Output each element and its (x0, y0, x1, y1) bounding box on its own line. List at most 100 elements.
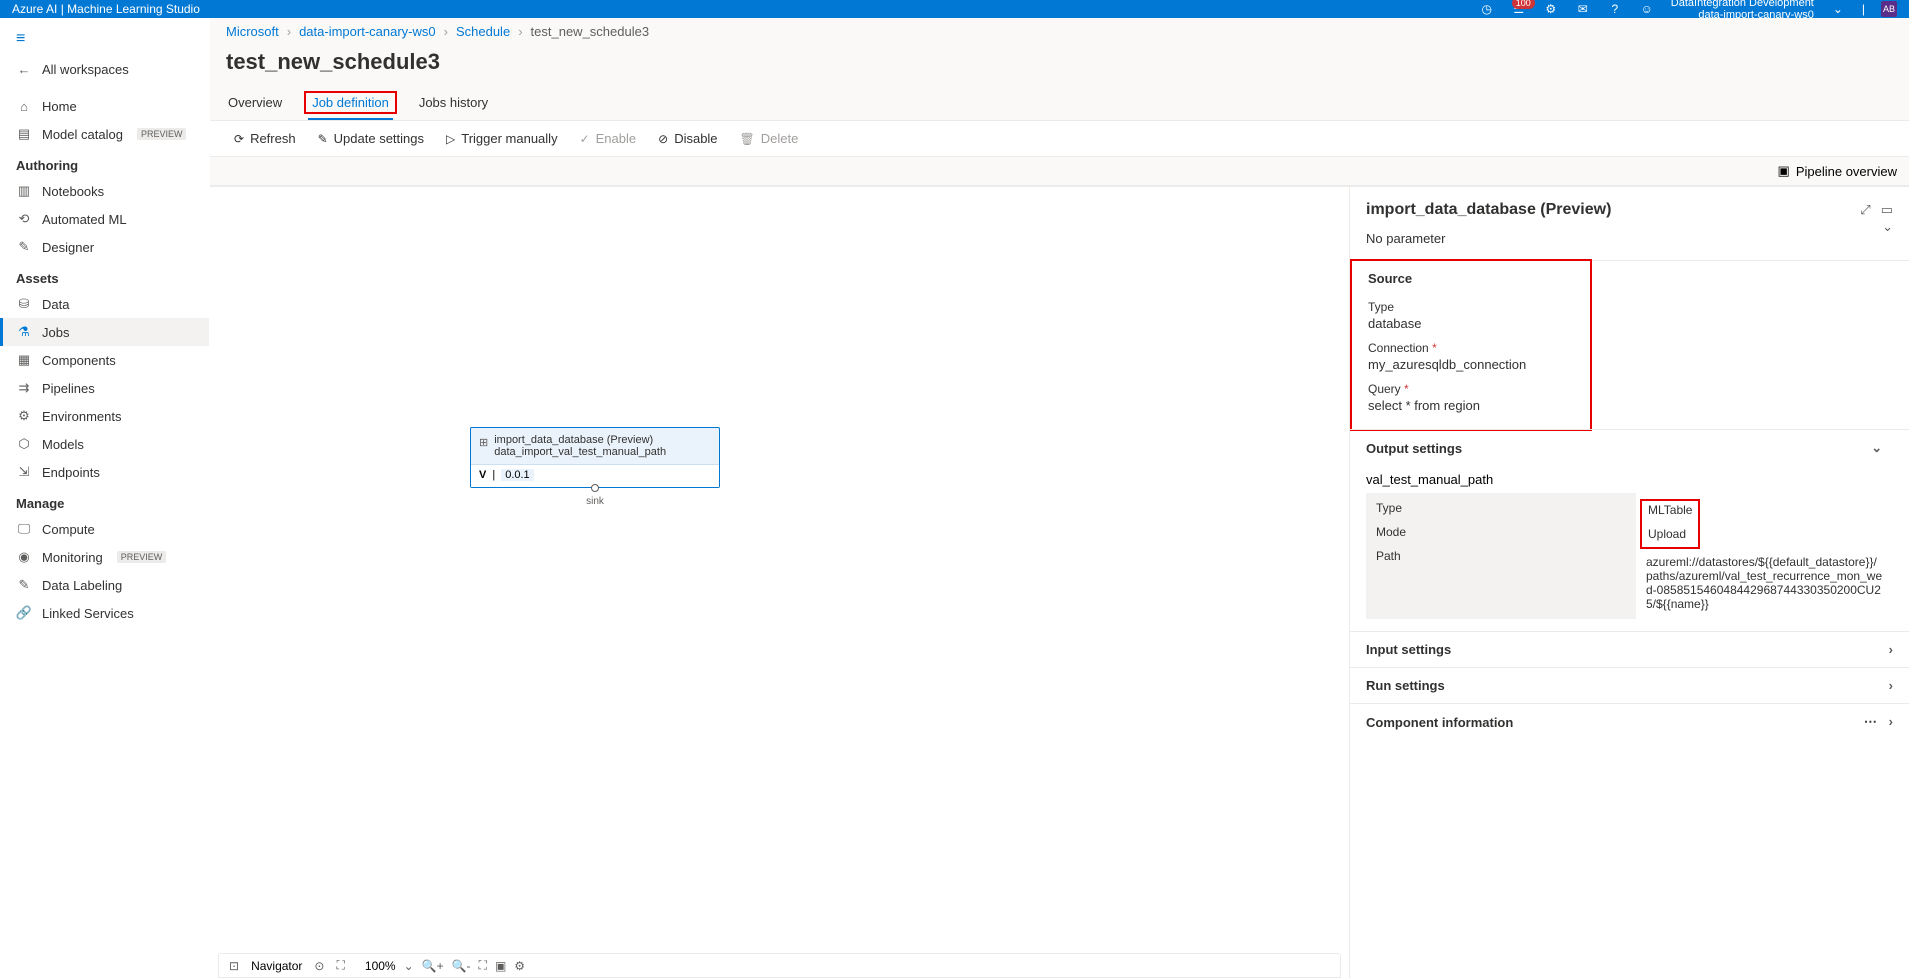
pipeline-overview-button[interactable]: ▣ Pipeline overview (1778, 163, 1897, 179)
output-port[interactable] (591, 484, 599, 492)
layout-icon[interactable]: ▣ (495, 959, 506, 973)
component-info-header[interactable]: Component information ⋯ › (1350, 704, 1909, 740)
section-assets: Assets (0, 261, 209, 290)
breadcrumb-schedule[interactable]: Schedule (456, 24, 510, 39)
help-icon[interactable]: ? (1607, 1, 1623, 17)
breadcrumb: Microsoft › data-import-canary-ws0 › Sch… (210, 18, 1909, 45)
sidebar-item-models[interactable]: ⬡ Models (0, 430, 209, 458)
target-icon[interactable]: ⊙ (314, 959, 324, 973)
edit-icon: ✎ (318, 132, 328, 146)
back-arrow-icon: ← (16, 62, 32, 77)
fit-icon[interactable]: ⛶ (479, 958, 487, 973)
chevron-right-icon: › (1889, 642, 1893, 657)
run-settings-header[interactable]: Run settings › (1350, 668, 1909, 703)
chevron-right-icon: › (1889, 714, 1893, 729)
output-settings-header[interactable]: Output settings ⌄ (1350, 430, 1898, 466)
clock-icon[interactable]: ◷ (1479, 1, 1495, 17)
settings-icon[interactable]: ⚙ (1543, 1, 1559, 17)
canvas[interactable]: ⊞ import_data_database (Preview) data_im… (210, 187, 1349, 978)
input-settings-header[interactable]: Input settings › (1350, 632, 1909, 667)
divider: | (1862, 2, 1865, 16)
trigger-manually-button[interactable]: ▷ Trigger manually (446, 131, 558, 146)
node-icon: ⊞ (479, 436, 488, 449)
refresh-icon: ⟳ (234, 132, 244, 146)
enable-button: ✓ Enable (580, 131, 637, 146)
topbar: Azure AI | Machine Learning Studio ◷ ☰10… (0, 0, 1909, 18)
sidebar-item-data-labeling[interactable]: ✎ Data Labeling (0, 571, 209, 599)
sidebar-item-notebooks[interactable]: ▥ Notebooks (0, 177, 209, 205)
sidebar-item-compute[interactable]: 🖵 Compute (0, 515, 209, 543)
monitoring-icon: ◉ (16, 549, 32, 565)
sidebar-item-monitoring[interactable]: ◉ Monitoring PREVIEW (0, 543, 209, 571)
chevron-down-icon[interactable]: ⌄ (1830, 1, 1846, 17)
section-authoring: Authoring (0, 148, 209, 177)
expand-icon[interactable]: ⤢ (1860, 202, 1870, 218)
type-label: Type (1368, 300, 1574, 314)
version-label: V (479, 469, 486, 481)
section-manage: Manage (0, 486, 209, 515)
connection-value: my_azuresqldb_connection (1368, 357, 1574, 372)
sidebar-item-designer[interactable]: ✎ Designer (0, 233, 209, 261)
page-title: test_new_schedule3 (210, 45, 1909, 87)
tab-jobs-history[interactable]: Jobs history (417, 87, 490, 120)
refresh-button[interactable]: ⟳ Refresh (234, 131, 296, 146)
breadcrumb-current: test_new_schedule3 (531, 24, 650, 39)
out-path-label: Path (1376, 549, 1626, 563)
tab-overview[interactable]: Overview (226, 87, 284, 120)
type-value: database (1368, 316, 1574, 331)
data-icon: ⛁ (16, 296, 32, 312)
section-output-settings: Output settings ⌄ val_test_manual_path T… (1350, 429, 1909, 631)
section-input-settings: Input settings › (1350, 631, 1909, 667)
all-workspaces[interactable]: ← All workspaces (0, 56, 209, 83)
sidebar-item-components[interactable]: ▦ Components (0, 346, 209, 374)
tabs: Overview Job definition Jobs history (210, 87, 1909, 120)
sidebar-item-jobs[interactable]: ⚗ Jobs (0, 318, 209, 346)
models-icon: ⬡ (16, 436, 32, 452)
pipeline-node[interactable]: ⊞ import_data_database (Preview) data_im… (470, 427, 720, 488)
navigator-icon[interactable]: ⊡ (229, 959, 239, 973)
sidebar-item-automated-ml[interactable]: ⟲ Automated ML (0, 205, 209, 233)
sidebar-item-environments[interactable]: ⚙ Environments (0, 402, 209, 430)
feedback-icon[interactable]: ✉ (1575, 1, 1591, 17)
zoom-in-icon[interactable]: 🔍+ (422, 959, 444, 973)
hamburger-icon[interactable]: ≡ (0, 26, 209, 56)
chevron-right-icon: › (518, 24, 522, 39)
out-type-value: MLTable (1648, 503, 1692, 517)
chevron-down-icon[interactable]: ⌄ (404, 959, 414, 973)
sidebar-item-endpoints[interactable]: ⇲ Endpoints (0, 458, 209, 486)
fullscreen-icon[interactable]: ▭ (1881, 202, 1893, 218)
update-settings-button[interactable]: ✎ Update settings (318, 131, 424, 146)
chevron-down-icon[interactable]: ⌄ (1882, 219, 1893, 235)
home-icon: ⌂ (16, 99, 32, 114)
breadcrumb-microsoft[interactable]: Microsoft (226, 24, 279, 39)
disable-button[interactable]: ⊘ Disable (658, 131, 717, 146)
node-subtitle: data_import_val_test_manual_path (494, 446, 666, 458)
no-parameter-label: No parameter (1350, 227, 1909, 260)
settings-icon[interactable]: ⚙ (514, 959, 525, 973)
canvas-footer: ⊡ Navigator ⊙ ⛶ 100% ⌄ 🔍+ 🔍- ⛶ ▣ ⚙ (218, 953, 1341, 978)
notebook-icon: ▥ (16, 183, 32, 199)
breadcrumb-workspace[interactable]: data-import-canary-ws0 (299, 24, 436, 39)
delete-icon: 🗑 (740, 132, 755, 146)
sidebar-item-model-catalog[interactable]: ▤ Model catalog PREVIEW (0, 120, 209, 148)
zoom-out-icon[interactable]: 🔍- (452, 959, 471, 973)
workspace: ⊞ import_data_database (Preview) data_im… (210, 186, 1909, 978)
version-value: 0.0.1 (501, 469, 533, 481)
source-header[interactable]: Source (1352, 261, 1590, 296)
designer-icon: ✎ (16, 239, 32, 255)
sidebar-item-home[interactable]: ⌂ Home (0, 93, 209, 120)
panel-title: import_data_database (Preview) (1366, 201, 1611, 219)
sidebar-item-data[interactable]: ⛁ Data (0, 290, 209, 318)
sidebar-item-linked-services[interactable]: 🔗 Linked Services (0, 599, 209, 627)
sidebar-item-pipelines[interactable]: ⇉ Pipelines (0, 374, 209, 402)
tab-job-definition[interactable]: Job definition (308, 87, 393, 120)
main: Microsoft › data-import-canary-ws0 › Sch… (210, 18, 1909, 978)
automl-icon: ⟲ (16, 211, 32, 227)
smiley-icon[interactable]: ☺ (1639, 1, 1655, 17)
notifications-icon[interactable]: ☰100 (1511, 1, 1527, 17)
expand-icon[interactable]: ⛶ (336, 958, 344, 973)
preview-badge: PREVIEW (117, 551, 167, 563)
avatar[interactable]: AB (1881, 1, 1897, 17)
more-icon[interactable]: ⋯ (1864, 714, 1878, 729)
out-path-value: azureml://datastores/${{default_datastor… (1646, 555, 1883, 611)
